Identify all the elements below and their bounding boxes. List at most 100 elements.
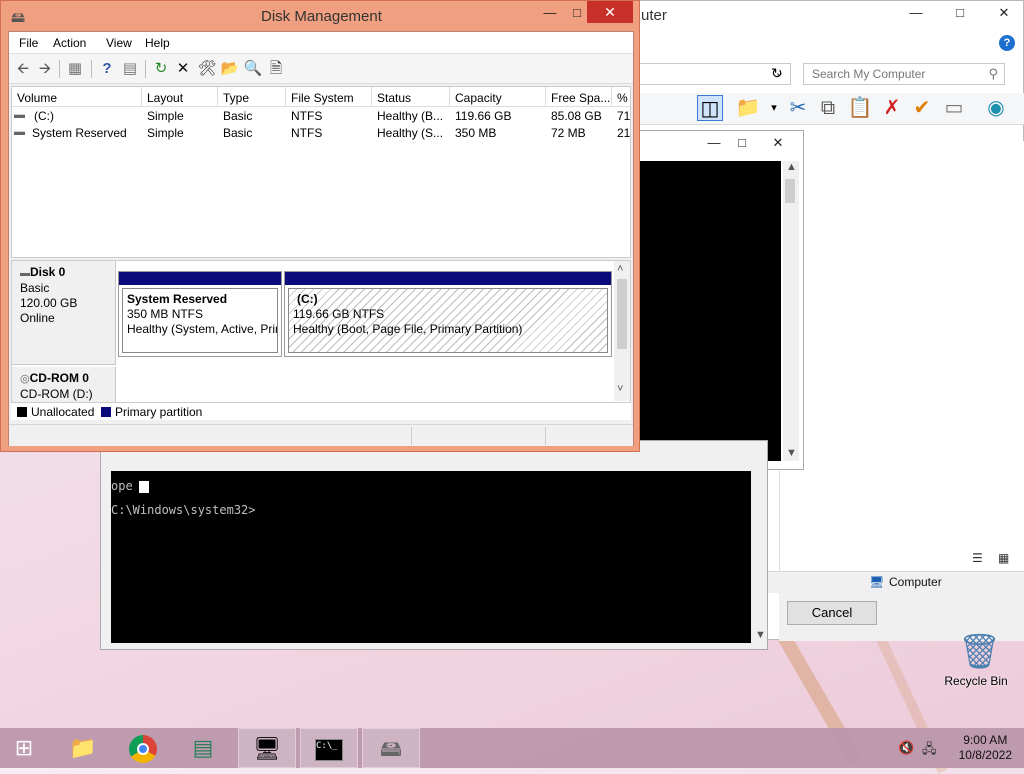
open-folder-icon[interactable]: 📂 [220, 59, 240, 79]
recycle-bin-shortcut[interactable]: 🗑 Recycle Bin [938, 630, 1014, 688]
minimize-button[interactable]: — [903, 3, 929, 23]
disk-management-window: 🖴 Disk Management — □ ✕ File Action View… [0, 0, 640, 452]
preview-pane-icon[interactable]: ◫ [697, 95, 723, 121]
column-header-status[interactable]: Status [372, 87, 450, 107]
menu-view[interactable]: View [106, 36, 132, 50]
partition-color-bar [285, 272, 611, 285]
check-disk-icon[interactable]: 🛠 [197, 59, 217, 79]
cell-percent-free: 71 [617, 109, 631, 123]
taskbar-command-prompt[interactable]: C:\_ [300, 728, 358, 768]
menu-file[interactable]: File [19, 36, 38, 50]
dm-statusbar [9, 424, 633, 446]
partition-name: System Reserved [127, 292, 228, 306]
checkmark-icon[interactable]: ✔ [909, 95, 935, 121]
volume-list[interactable]: Volume Layout Type File System Status Ca… [11, 86, 631, 258]
console-tree-icon[interactable]: ▦ [65, 59, 85, 79]
cell-type: Basic [223, 126, 253, 140]
menu-help[interactable]: Help [145, 36, 170, 50]
cell-type: Basic [223, 109, 253, 123]
dm-titlebar[interactable]: 🖴 Disk Management — □ ✕ [1, 1, 639, 31]
menu-bar: File Action View Help [9, 32, 633, 54]
clock[interactable]: 9:00 AM 10/8/2022 [959, 733, 1012, 763]
back-arrow-icon[interactable]: 🡨 [13, 59, 33, 79]
refresh-icon[interactable]: ↻ [151, 59, 171, 79]
properties-sheet-icon[interactable]: 🗎 [266, 59, 286, 79]
tiles-view-icon[interactable]: ▦ [998, 551, 1009, 565]
maximize-button[interactable]: □ [947, 3, 973, 23]
legend: Unallocated Primary partition [11, 402, 631, 420]
cell-file-system: NTFS [291, 126, 323, 140]
console-scrollbar[interactable]: ▼ [753, 471, 767, 643]
legend-primary: Primary partition [115, 405, 203, 419]
explorer-titlebar[interactable]: uter — □ ✕ [601, 1, 1023, 31]
close-button[interactable]: ✕ [587, 1, 633, 23]
partition-status: Healthy (System, Active, Prir [127, 322, 278, 336]
scroll-down-icon[interactable]: ˅ [617, 383, 623, 395]
search-icon[interactable]: ⚲ [988, 66, 998, 82]
network-icon[interactable]: ◉ [983, 95, 1009, 121]
vertical-scrollbar[interactable]: ˄ ˅ [614, 261, 630, 401]
help-icon[interactable]: ? [999, 35, 1015, 51]
cell-file-system: NTFS [291, 109, 323, 123]
drive-icon: ▬ [14, 126, 25, 138]
column-header-volume[interactable]: Volume [12, 87, 142, 107]
minimize-button[interactable]: — [537, 3, 563, 23]
cell-capacity: 119.66 GB [455, 109, 512, 123]
cdrom0-label[interactable]: ◎CD-ROM 0 CD-ROM (D:) [12, 367, 116, 407]
speaker-muted-icon[interactable]: 🔇 [898, 740, 914, 756]
column-header-layout[interactable]: Layout [142, 87, 218, 107]
recycle-bin-icon[interactable]: 🗑 [958, 630, 1001, 674]
partition-color-bar [119, 272, 281, 285]
cut-icon[interactable]: ✂ [785, 95, 811, 121]
close-button[interactable]: ✕ [765, 133, 791, 153]
close-button[interactable]: ✕ [991, 3, 1017, 23]
rename-icon[interactable]: ▭ [941, 95, 967, 121]
taskbar-file-explorer[interactable]: 📁 [54, 728, 112, 768]
address-bar[interactable]: ⌄ [631, 63, 791, 85]
partition-name: (C:) [297, 292, 318, 306]
scroll-up-icon[interactable]: ˄ [617, 263, 623, 275]
properties-icon[interactable]: ▤ [120, 59, 140, 79]
paste-icon[interactable]: 📋 [847, 95, 873, 121]
column-header-percent-free[interactable]: % F [612, 87, 630, 107]
partition-c-drive[interactable]: (C:) 119.66 GB NTFS Healthy (Boot, Page … [284, 271, 612, 357]
minimize-button[interactable]: — [701, 133, 727, 153]
taskbar-app[interactable]: ▤ [174, 728, 232, 768]
taskbar-network-app[interactable]: 🖥 [238, 728, 296, 768]
menu-action[interactable]: Action [53, 36, 86, 50]
taskbar-disk-management[interactable]: 🖴 [362, 728, 420, 768]
status-computer-label: Computer [889, 575, 942, 589]
folder-icon[interactable]: 📁 [735, 95, 761, 121]
delete-icon[interactable]: ✕ [173, 59, 193, 79]
cell-percent-free: 21 [617, 126, 631, 140]
search-input[interactable]: Search My Computer ⚲ [803, 63, 1005, 85]
console-output[interactable]: ope C:\Windows\system32> [111, 471, 751, 643]
cancel-button[interactable]: Cancel [787, 601, 877, 625]
cell-layout: Simple [147, 109, 184, 123]
delete-icon[interactable]: ✗ [879, 95, 905, 121]
column-header-type[interactable]: Type [218, 87, 286, 107]
scrollbar-thumb[interactable] [617, 279, 627, 349]
disk0-label[interactable]: ▬Disk 0 Basic 120.00 GB Online [12, 261, 116, 365]
forward-arrow-icon[interactable]: 🡪 [35, 59, 55, 79]
partition-system-reserved[interactable]: System Reserved 350 MB NTFS Healthy (Sys… [118, 271, 282, 357]
column-header-free-space[interactable]: Free Spa... [546, 87, 612, 107]
maximize-button[interactable]: □ [729, 133, 755, 153]
explore-icon[interactable]: 🔍 [243, 59, 263, 79]
copy-icon[interactable]: ⧉ [815, 95, 841, 121]
console-partial-line: ope [111, 479, 133, 493]
details-view-icon[interactable]: ☰ [972, 551, 983, 565]
dropdown-icon[interactable]: ▾ [761, 95, 787, 121]
network-icon[interactable]: 🖧 [922, 740, 937, 762]
column-header-file-system[interactable]: File System [286, 87, 372, 107]
column-header-capacity[interactable]: Capacity [450, 87, 546, 107]
taskbar-chrome[interactable] [114, 728, 172, 768]
start-button[interactable]: ⊞ [0, 728, 48, 768]
cell-free-space: 72 MB [551, 126, 586, 140]
disk0-name: Disk 0 [30, 265, 66, 279]
dm-title: Disk Management [261, 8, 382, 25]
refresh-icon[interactable]: ↻ [771, 65, 783, 82]
toolbar-separator [145, 60, 146, 78]
help-icon[interactable]: ? [97, 59, 117, 79]
console-scrollbar[interactable]: ▲ ▼ [783, 161, 799, 461]
